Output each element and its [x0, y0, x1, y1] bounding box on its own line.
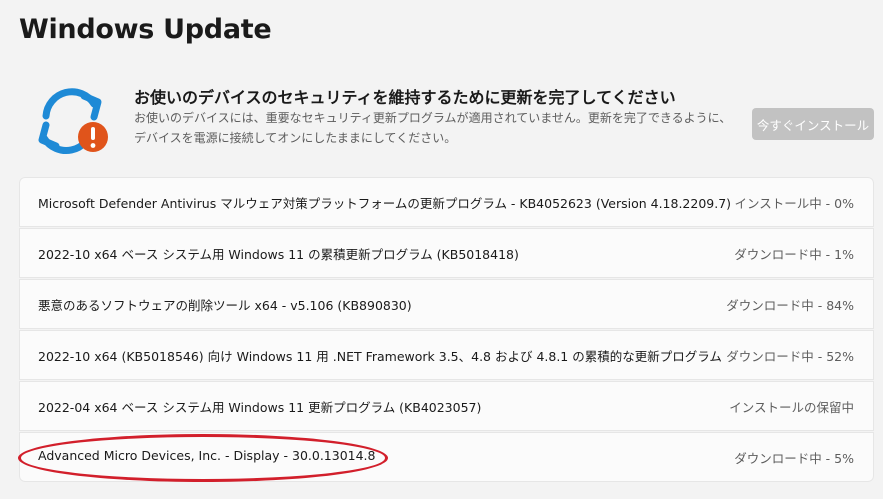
page-title: Windows Update [19, 14, 272, 45]
update-status: ダウンロード中 - 1% [734, 247, 854, 262]
update-name: 2022-04 x64 ベース システム用 Windows 11 更新プログラム… [38, 400, 482, 415]
status-heading: お使いのデバイスのセキュリティを維持するために更新を完了してください [134, 88, 676, 107]
update-status: ダウンロード中 - 84% [726, 298, 854, 313]
update-row: Advanced Micro Devices, Inc. - Display -… [19, 432, 874, 482]
status-description: お使いのデバイスには、重要なセキュリティ更新プログラムが適用されていません。更新… [134, 111, 732, 145]
update-name: 悪意のあるソフトウェアの削除ツール x64 - v5.106 (KB890830… [38, 298, 412, 313]
update-name: Advanced Micro Devices, Inc. - Display -… [38, 448, 376, 463]
update-name: Microsoft Defender Antivirus マルウェア対策プラット… [38, 196, 732, 211]
update-status: インストール中 - 0% [734, 196, 854, 211]
update-status: インストールの保留中 [729, 400, 854, 415]
update-row: 悪意のあるソフトウェアの削除ツール x64 - v5.106 (KB890830… [19, 279, 874, 329]
update-row: Microsoft Defender Antivirus マルウェア対策プラット… [19, 177, 874, 227]
update-row: 2022-10 x64 (KB5018546) 向け Windows 11 用 … [19, 330, 874, 380]
update-status: ダウンロード中 - 52% [726, 349, 854, 364]
update-status-panel: お使いのデバイスのセキュリティを維持するために更新を完了してください お使いのデ… [18, 66, 874, 170]
update-name: 2022-10 x64 ベース システム用 Windows 11 の累積更新プロ… [38, 247, 519, 262]
windows-update-page: Windows Update お使いのデバイスのセキュリティを維持するために更新… [0, 0, 883, 499]
install-now-button[interactable]: 今すぐインストール [752, 108, 874, 140]
update-list: Microsoft Defender Antivirus マルウェア対策プラット… [19, 177, 874, 482]
update-row: 2022-10 x64 ベース システム用 Windows 11 の累積更新プロ… [19, 228, 874, 278]
sync-warning-icon [38, 88, 108, 154]
update-name: 2022-10 x64 (KB5018546) 向け Windows 11 用 … [38, 349, 722, 364]
update-row: 2022-04 x64 ベース システム用 Windows 11 更新プログラム… [19, 381, 874, 431]
update-status: ダウンロード中 - 5% [734, 451, 854, 466]
